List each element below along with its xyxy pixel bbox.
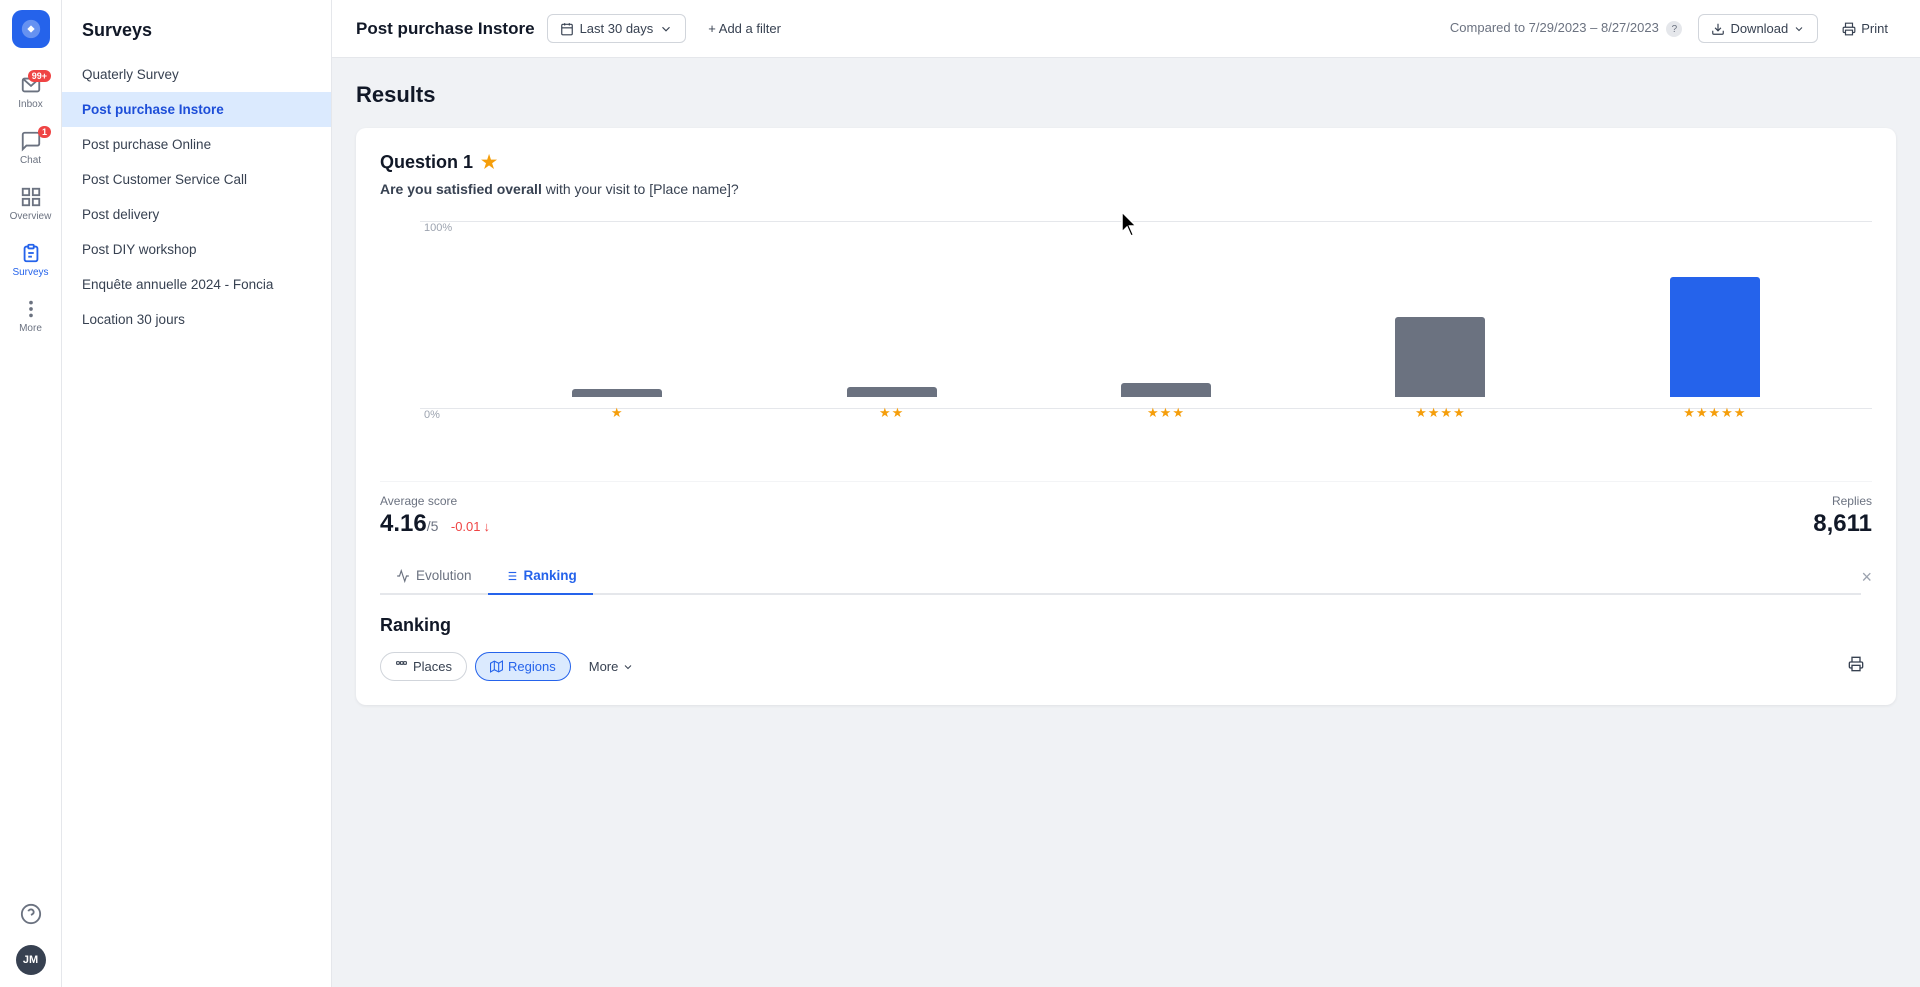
question-header: Question 1 ★ [380,152,1872,173]
replies-label: Replies [1813,494,1872,508]
ranking-tab-regions[interactable]: Regions [475,652,571,681]
main-content: Post purchase Instore Last 30 days + Add… [332,0,1920,987]
bar-4star: ★★★★ [1303,317,1577,421]
tab-ranking[interactable]: Ranking [488,558,593,595]
download-button[interactable]: Download [1698,14,1818,43]
add-filter-label: + Add a filter [708,21,781,36]
stars-1: ★ [611,405,624,421]
sidebar-title: Surveys [62,20,331,57]
score-value: 4.16 [380,510,427,537]
sidebar-item-overview[interactable]: Overview [0,178,61,230]
ranking-tabs: Places Regions More [380,652,644,681]
tab-evolution[interactable]: Evolution [380,558,488,595]
bar-3star: ★★★ [1029,383,1303,421]
sidebar-item-more[interactable]: More [0,290,61,342]
topbar-right: Compared to 7/29/2023 – 8/27/2023 ? Down… [1450,14,1896,43]
stars-3: ★★★ [1147,405,1185,421]
chart-area: 100% 0% ★ ★★ [380,221,1872,461]
bar-1star: ★ [480,389,754,421]
bar-1star-fill [572,389,662,397]
sidebar-item-surveys[interactable]: Surveys [0,234,61,286]
question-rest-text: with your visit to [Place name]? [546,181,739,197]
bar-4star-fill [1395,317,1485,397]
user-avatar[interactable]: JM [16,945,46,975]
bar-5star: ★★★★★ [1578,277,1852,421]
question-text: Are you satisfied overall with your visi… [380,181,1872,197]
print-button[interactable]: Print [1834,15,1896,42]
sidebar-item-chat[interactable]: 1 Chat [0,122,61,174]
ranking-section: Ranking Places Regions More [380,615,1872,681]
stars-5: ★★★★★ [1683,405,1746,421]
chat-badge: 1 [38,126,51,138]
question-bold-text: Are you satisfied overall [380,181,542,197]
y-label-0: 0% [420,409,440,421]
ranking-tab-places[interactable]: Places [380,652,467,681]
question-star-icon: ★ [481,152,497,173]
topbar-left: Post purchase Instore Last 30 days + Add… [356,14,791,43]
date-filter-button[interactable]: Last 30 days [547,14,687,43]
icon-bar: 99+ Inbox 1 Chat Overview Surveys More J… [0,0,62,987]
compare-text: Compared to 7/29/2023 – 8/27/2023 ? [1450,20,1683,38]
add-filter-button[interactable]: + Add a filter [698,15,791,42]
stars-2: ★★ [879,405,904,421]
sidebar-item-post-diy[interactable]: Post DIY workshop [62,232,331,267]
tab-ranking-label: Ranking [524,568,577,583]
close-tab-button[interactable]: × [1861,568,1872,586]
sidebar-item-post-customer-service[interactable]: Post Customer Service Call [62,162,331,197]
bar-3star-fill [1121,383,1211,397]
score-row: Average score 4.16/5 -0.01 ↓ Replies 8,6… [380,481,1872,538]
score-left: Average score 4.16/5 -0.01 ↓ [380,494,490,538]
topbar: Post purchase Instore Last 30 days + Add… [332,0,1920,58]
bar-2star-fill [847,387,937,397]
sidebar-item-enquete[interactable]: Enquête annuelle 2024 - Foncia [62,267,331,302]
score-delta-icon: ↓ [484,519,491,534]
tab-evolution-label: Evolution [416,568,472,583]
help-icon-item[interactable] [0,895,61,933]
sidebar-item-quaterly[interactable]: Quaterly Survey [62,57,331,92]
sidebar: Surveys Quaterly Survey Post purchase In… [62,0,332,987]
overview-label: Overview [10,211,52,222]
date-filter-label: Last 30 days [580,21,654,36]
tabs-row: Evolution Ranking [380,558,1861,595]
app-logo[interactable] [12,10,50,48]
score-delta: -0.01 ↓ [451,519,490,534]
replies-right: Replies 8,611 [1813,494,1872,538]
compare-help-icon[interactable]: ? [1666,21,1682,37]
sidebar-item-post-online[interactable]: Post purchase Online [62,127,331,162]
sidebar-item-post-instore[interactable]: Post purchase Instore [62,92,331,127]
print-label: Print [1861,21,1888,36]
replies-count: 8,611 [1813,510,1872,538]
ranking-tab-places-label: Places [413,659,452,674]
inbox-badge: 99+ [28,70,51,82]
average-score-label: Average score [380,494,490,508]
question-card: Question 1 ★ Are you satisfied overall w… [356,128,1896,705]
ranking-title: Ranking [380,615,1872,636]
bar-5star-fill [1670,277,1760,397]
more-label: More [19,323,42,334]
ranking-print-button[interactable] [1840,652,1872,681]
chat-label: Chat [20,155,41,166]
page-title: Post purchase Instore [356,19,535,39]
sidebar-item-post-delivery[interactable]: Post delivery [62,197,331,232]
ranking-tab-regions-label: Regions [508,659,556,674]
download-label: Download [1730,21,1788,36]
score-denom: /5 [427,518,439,534]
ranking-more-button[interactable]: More [579,653,645,680]
sidebar-item-inbox[interactable]: 99+ Inbox [0,66,61,118]
stars-4: ★★★★ [1415,405,1466,421]
bar-2star: ★★ [754,387,1028,421]
inbox-label: Inbox [18,99,42,110]
surveys-label: Surveys [12,267,48,278]
y-label-100: 100% [420,222,452,234]
content-area: Results Question 1 ★ Are you satisfied o… [332,58,1920,987]
results-title: Results [356,82,1896,108]
sidebar-item-location[interactable]: Location 30 jours [62,302,331,337]
tabs-wrapper: Evolution Ranking × [380,558,1872,595]
question-number: Question 1 [380,152,473,173]
ranking-more-label: More [589,659,619,674]
